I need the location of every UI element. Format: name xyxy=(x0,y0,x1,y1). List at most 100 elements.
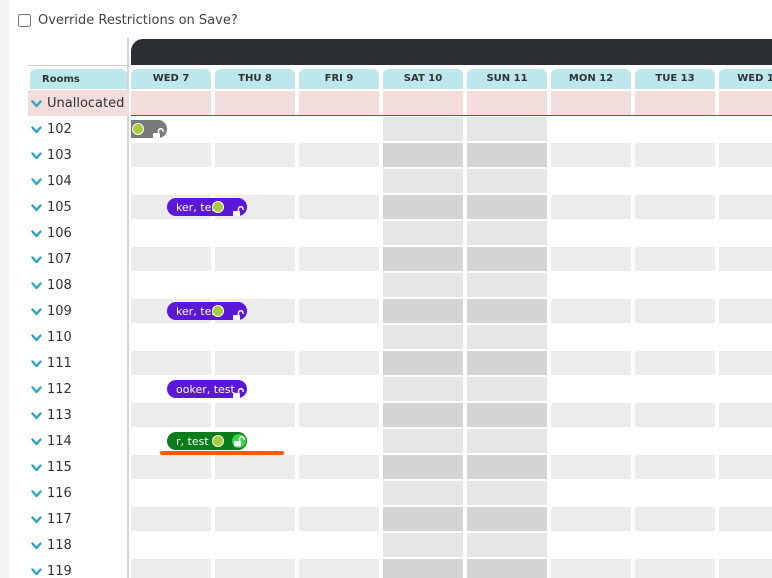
grid-cell[interactable] xyxy=(719,507,772,531)
grid-cell[interactable] xyxy=(467,247,547,271)
grid-cell[interactable] xyxy=(467,429,547,453)
grid-cell[interactable] xyxy=(467,507,547,531)
grid-cell[interactable] xyxy=(215,403,295,427)
grid-cell[interactable] xyxy=(719,195,772,219)
grid-cell[interactable] xyxy=(635,143,715,167)
grid-cell[interactable] xyxy=(551,195,631,219)
grid-cell[interactable] xyxy=(383,169,463,193)
grid-cell[interactable] xyxy=(215,247,295,271)
grid-cell[interactable] xyxy=(635,507,715,531)
grid-cell[interactable] xyxy=(719,273,772,297)
grid-cell[interactable] xyxy=(131,143,211,167)
grid-cell[interactable] xyxy=(467,273,547,297)
grid-cell[interactable] xyxy=(551,351,631,375)
chevron-down-icon[interactable] xyxy=(31,280,42,290)
booking-bar[interactable]: r, test xyxy=(167,432,247,450)
grid-cell[interactable] xyxy=(215,325,295,349)
grid-cell[interactable] xyxy=(383,377,463,401)
grid-cell[interactable] xyxy=(383,273,463,297)
grid-cell[interactable] xyxy=(383,117,463,141)
grid-cell[interactable] xyxy=(635,117,715,141)
grid-cell[interactable] xyxy=(719,377,772,401)
grid-cell[interactable] xyxy=(719,221,772,245)
grid-cell[interactable] xyxy=(635,195,715,219)
grid-cell[interactable] xyxy=(215,533,295,557)
grid-cell[interactable] xyxy=(215,169,295,193)
grid-cell[interactable] xyxy=(215,507,295,531)
grid-cell[interactable] xyxy=(719,299,772,323)
grid-cell[interactable] xyxy=(299,507,379,531)
grid-cell[interactable] xyxy=(719,403,772,427)
grid-cell[interactable] xyxy=(383,247,463,271)
grid-cell[interactable] xyxy=(635,247,715,271)
grid-cell[interactable] xyxy=(551,273,631,297)
grid-cell[interactable] xyxy=(467,325,547,349)
grid-cell[interactable] xyxy=(635,221,715,245)
grid-cell[interactable] xyxy=(467,403,547,427)
chevron-down-icon[interactable] xyxy=(31,228,42,238)
grid-cell[interactable] xyxy=(131,91,211,115)
grid-cell[interactable] xyxy=(467,143,547,167)
grid-cell[interactable] xyxy=(131,559,211,578)
grid-cell[interactable] xyxy=(215,455,295,479)
grid-cell[interactable] xyxy=(131,221,211,245)
grid-cell[interactable] xyxy=(551,377,631,401)
grid-cell[interactable] xyxy=(467,221,547,245)
grid-cell[interactable] xyxy=(383,455,463,479)
grid-cell[interactable] xyxy=(299,143,379,167)
grid-cell[interactable] xyxy=(299,559,379,578)
grid-cell[interactable] xyxy=(719,559,772,578)
grid-cell[interactable] xyxy=(467,559,547,578)
grid-cell[interactable] xyxy=(215,143,295,167)
grid-cell[interactable] xyxy=(635,377,715,401)
chevron-down-icon[interactable] xyxy=(31,462,42,472)
chevron-down-icon[interactable] xyxy=(31,358,42,368)
grid-cell[interactable] xyxy=(383,559,463,578)
grid-cell[interactable] xyxy=(719,117,772,141)
grid-cell[interactable] xyxy=(131,351,211,375)
grid-cell[interactable] xyxy=(635,481,715,505)
chevron-down-icon[interactable] xyxy=(31,124,42,134)
grid-cell[interactable] xyxy=(299,299,379,323)
grid-cell[interactable] xyxy=(131,403,211,427)
grid-cell[interactable] xyxy=(299,429,379,453)
grid-cell[interactable] xyxy=(551,559,631,578)
booking-bar[interactable]: ker, test xyxy=(167,198,247,216)
grid-cell[interactable] xyxy=(383,403,463,427)
grid-cell[interactable] xyxy=(719,91,772,115)
grid-cell[interactable] xyxy=(383,143,463,167)
grid-cell[interactable] xyxy=(131,247,211,271)
grid-cell[interactable] xyxy=(299,117,379,141)
chevron-down-icon[interactable] xyxy=(31,150,42,160)
override-restrictions-checkbox[interactable] xyxy=(18,13,31,27)
grid-cell[interactable] xyxy=(215,117,295,141)
grid-cell[interactable] xyxy=(299,403,379,427)
grid-cell[interactable] xyxy=(635,559,715,578)
booking-bar[interactable]: ooker, test xyxy=(167,380,247,398)
grid-cell[interactable] xyxy=(131,325,211,349)
grid-cell[interactable] xyxy=(299,247,379,271)
unlock-icon[interactable] xyxy=(232,306,244,320)
grid-cell[interactable] xyxy=(299,273,379,297)
chevron-down-icon[interactable] xyxy=(31,566,42,576)
grid-cell[interactable] xyxy=(299,325,379,349)
grid-cell[interactable] xyxy=(299,195,379,219)
grid-cell[interactable] xyxy=(131,455,211,479)
grid-cell[interactable] xyxy=(131,481,211,505)
grid-cell[interactable] xyxy=(299,481,379,505)
grid-cell[interactable] xyxy=(719,455,772,479)
chevron-down-icon[interactable] xyxy=(31,514,42,524)
chevron-down-icon[interactable] xyxy=(31,436,42,446)
grid-cell[interactable] xyxy=(551,221,631,245)
booking-bar[interactable]: ker, test xyxy=(167,302,247,320)
grid-cell[interactable] xyxy=(215,481,295,505)
grid-cell[interactable] xyxy=(719,247,772,271)
grid-cell[interactable] xyxy=(551,143,631,167)
grid-cell[interactable] xyxy=(551,299,631,323)
grid-cell[interactable] xyxy=(467,533,547,557)
grid-cell[interactable] xyxy=(383,533,463,557)
unlock-icon[interactable] xyxy=(232,384,244,398)
grid-cell[interactable] xyxy=(467,91,547,115)
grid-cell[interactable] xyxy=(551,91,631,115)
grid-cell[interactable] xyxy=(467,195,547,219)
